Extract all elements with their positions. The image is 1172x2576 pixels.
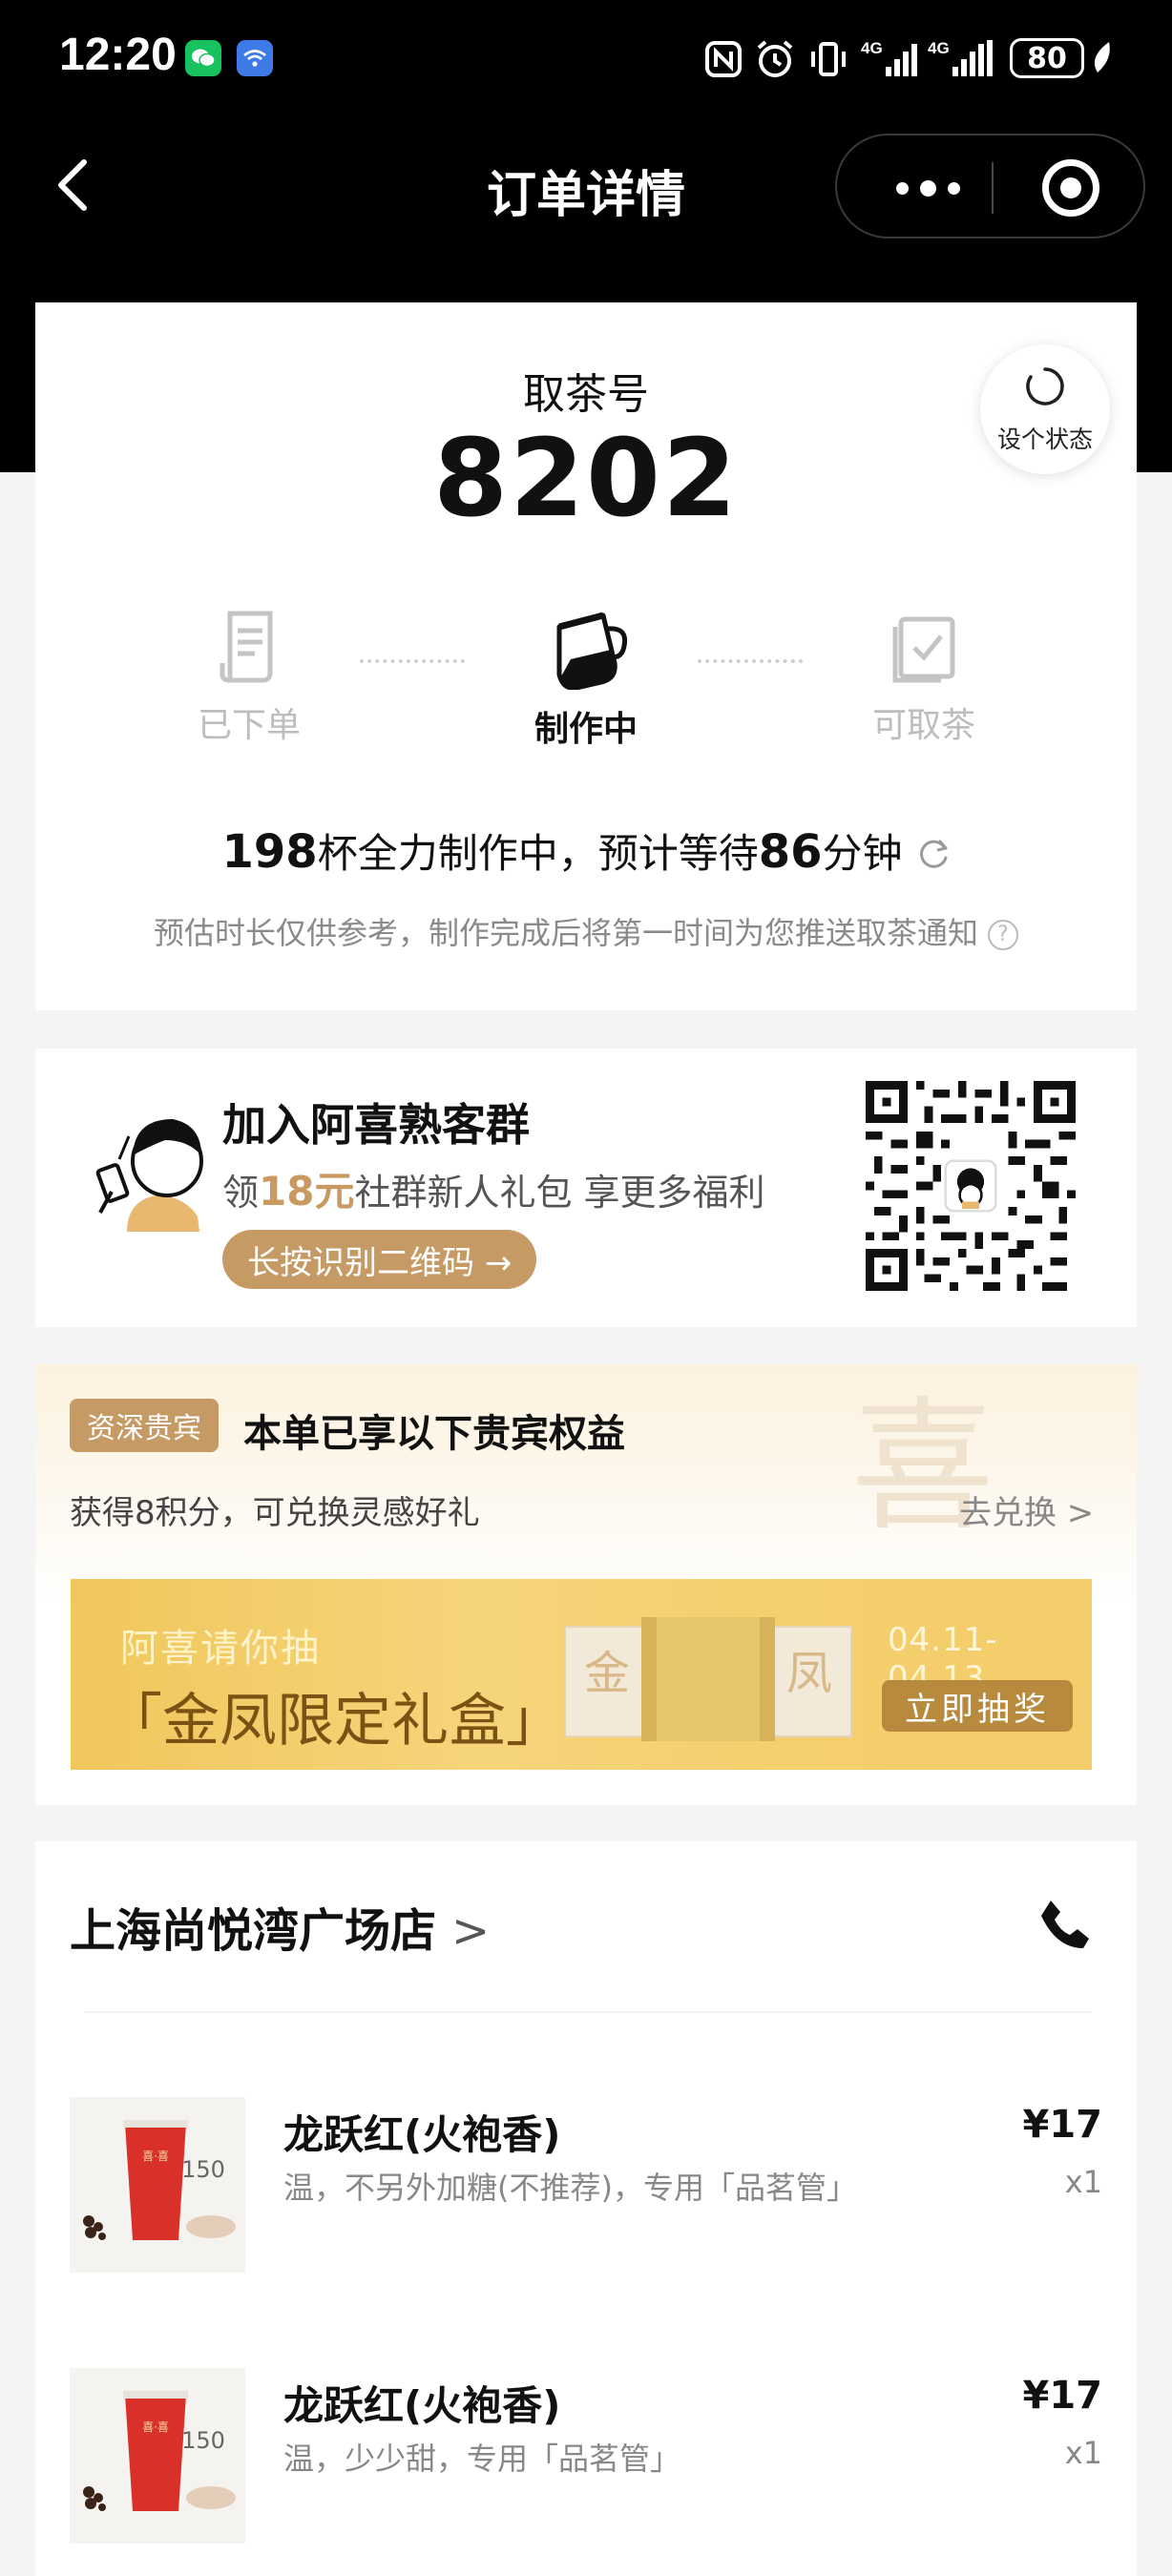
join-group-card: 加入阿喜熟客群 领18元社群新人礼包 享更多福利 长按识别二维码 → xyxy=(35,1049,1137,1327)
wait-note-text: 预估时长仅供参考，制作完成后将第一时间为您推送取茶通知 xyxy=(153,915,978,951)
order-progress: 已下单 制作中 可取茶 xyxy=(35,606,1137,758)
store-link[interactable]: 上海尚悦湾广场店 > xyxy=(70,1893,490,1960)
wifi-app-icon xyxy=(237,40,273,76)
step-ordered-label: 已下单 xyxy=(197,706,301,745)
step-ready-label: 可取茶 xyxy=(871,706,975,745)
wait-text: 杯全力制作中，预计等待 xyxy=(317,830,759,877)
pickup-card: 取茶号 8202 设个状态 已下单 制作中 可取茶 198 杯全力制作中，预计等… xyxy=(35,302,1137,1010)
product-price: ¥17 xyxy=(1022,2374,1103,2418)
wait-unit: 分钟 xyxy=(822,830,903,877)
gift-box-image: 金 凤 xyxy=(565,1617,852,1741)
banner-title: 「金凤限定礼盒」 xyxy=(105,1688,563,1755)
vip-title: 本单已享以下贵宾权益 xyxy=(243,1412,625,1456)
tea-cup-image: 喜·喜 150 xyxy=(70,2097,245,2273)
coupon-amount: 18元 xyxy=(259,1168,355,1215)
capsule-divider xyxy=(992,162,994,214)
help-icon[interactable]: ? xyxy=(988,920,1018,950)
product-name: 龙跃红(火袍香) xyxy=(283,2382,561,2429)
order-items-card: 上海尚悦湾广场店 > 喜·喜 150 龙跃红(火袍香) 温，不另外加糖(不推荐)，… xyxy=(35,1841,1137,2576)
wait-minutes: 86 xyxy=(758,825,823,879)
signal-4g-icon: 4G xyxy=(928,38,998,80)
product-quantity: x1 xyxy=(1064,2435,1102,2471)
queue-count: 198 xyxy=(221,825,318,879)
list-item[interactable]: 喜·喜 150 龙跃红(火袍香) 温，少少甜，专用「品茗管」 ¥17 x1 xyxy=(35,2368,1137,2559)
step-ready: 可取茶 xyxy=(828,606,1019,747)
redeem-link[interactable]: 去兑换 > xyxy=(959,1486,1094,1533)
wait-note: 预估时长仅供参考，制作完成后将第一时间为您推送取茶通知? xyxy=(35,909,1137,953)
mascot-avatar xyxy=(95,1119,203,1232)
more-dots-icon xyxy=(895,181,909,195)
product-options: 温，少少甜，专用「品茗管」 xyxy=(283,2441,681,2477)
alarm-icon xyxy=(754,38,796,80)
step-ordered: 已下单 xyxy=(154,606,345,747)
nav-bar: 订单详情 xyxy=(0,134,1172,239)
shaker-cup-icon xyxy=(556,612,628,690)
scan-qr-button[interactable]: 长按识别二维码 → xyxy=(222,1230,537,1289)
product-image: 喜·喜 150 xyxy=(70,2097,245,2273)
draw-now-button[interactable]: 立即抽奖 xyxy=(882,1680,1073,1732)
vip-watermark: 喜 xyxy=(850,1384,994,1550)
box-char-left: 金 xyxy=(584,1647,630,1700)
checkbox-icon xyxy=(892,616,955,683)
progress-dots xyxy=(698,659,803,663)
group-qr-code[interactable] xyxy=(866,1081,1076,1291)
status-bar: 12:20 4G 4G 80 xyxy=(0,0,1172,119)
step-making: 制作中 xyxy=(491,606,681,751)
lottery-banner[interactable]: 阿喜请你抽 「金凤限定礼盒」 金 凤 04.11-04.13 立即抽奖 xyxy=(71,1579,1092,1770)
mini-program-capsule xyxy=(835,134,1145,239)
list-item[interactable]: 喜·喜 150 龙跃红(火袍香) 温，不另外加糖(不推荐)，专用「品茗管」 ¥1… xyxy=(35,2097,1137,2288)
svg-text:4G: 4G xyxy=(928,39,950,57)
svg-text:喜·喜: 喜·喜 xyxy=(142,2150,169,2163)
vip-benefits-card: 喜 资深贵宾 本单已享以下贵宾权益 获得8积分，可兑换灵感好礼 去兑换 > 阿喜… xyxy=(35,1364,1137,1805)
banner-subtitle: 阿喜请你抽 xyxy=(120,1627,321,1671)
vibrate-icon xyxy=(807,38,849,80)
chevron-right-icon: > xyxy=(451,1904,491,1958)
status-time: 12:20 xyxy=(59,30,177,80)
nfc-icon xyxy=(704,38,743,80)
step-making-label: 制作中 xyxy=(534,710,638,749)
product-quantity: x1 xyxy=(1064,2164,1102,2200)
group-title: 加入阿喜熟客群 xyxy=(222,1099,530,1151)
svg-text:喜·喜: 喜·喜 xyxy=(142,2420,169,2434)
more-menu-button[interactable] xyxy=(875,164,980,212)
store-name: 上海尚悦湾广场店 xyxy=(70,1904,437,1958)
wechat-icon xyxy=(185,40,221,76)
group-subtitle: 领18元社群新人礼包 享更多福利 xyxy=(222,1168,765,1215)
box-char-right: 凤 xyxy=(786,1647,832,1700)
svg-text:4G: 4G xyxy=(861,39,883,57)
tea-cup-image: 喜·喜 150 xyxy=(70,2368,245,2544)
progress-dots xyxy=(360,659,465,663)
vip-level-badge: 资深贵宾 xyxy=(70,1399,219,1452)
product-image: 喜·喜 150 xyxy=(70,2368,245,2544)
product-price: ¥17 xyxy=(1022,2103,1103,2147)
points-earned: 获得8积分，可兑换灵感好礼 xyxy=(70,1494,480,1532)
set-status-button[interactable]: 设个状态 xyxy=(980,344,1110,474)
signal-4g-icon: 4G xyxy=(861,38,922,80)
battery-level: 80 xyxy=(1027,41,1067,75)
cup-size-label: 150 xyxy=(181,2156,225,2183)
wait-estimate: 198 杯全力制作中，预计等待 86 分钟 xyxy=(35,821,1137,880)
close-miniprogram-button[interactable] xyxy=(1042,159,1099,217)
receipt-icon xyxy=(220,611,273,683)
pickup-label: 取茶号 xyxy=(523,370,649,419)
battery-icon: 80 xyxy=(1010,38,1084,78)
phone-icon[interactable] xyxy=(1037,1897,1093,1952)
refresh-icon[interactable] xyxy=(916,837,951,871)
set-status-label: 设个状态 xyxy=(996,426,1093,453)
target-circle-icon xyxy=(1060,177,1081,198)
pickup-number: 8202 xyxy=(433,417,739,541)
cup-size-label: 150 xyxy=(181,2427,225,2454)
loading-circle-icon xyxy=(1026,367,1064,405)
leaf-icon xyxy=(1092,40,1113,82)
divider xyxy=(85,2011,1091,2013)
product-name: 龙跃红(火袍香) xyxy=(283,2111,561,2158)
product-options: 温，不另外加糖(不推荐)，专用「品茗管」 xyxy=(283,2170,857,2206)
